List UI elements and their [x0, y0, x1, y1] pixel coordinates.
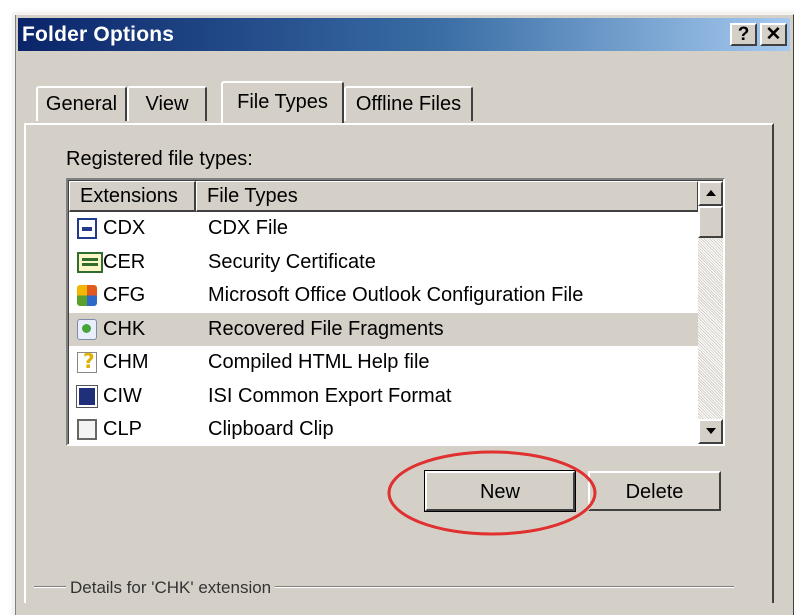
file-type-cell: Recovered File Fragments [208, 317, 444, 340]
certificate-icon [77, 251, 103, 273]
list-item-clp[interactable]: CLP Clipboard Clip [69, 413, 699, 444]
tab-view[interactable]: View [127, 86, 207, 121]
help-button[interactable]: ? [730, 23, 757, 46]
dialog-title: Folder Options [22, 23, 175, 46]
arrow-down-icon [705, 428, 716, 434]
office-config-icon [77, 285, 97, 306]
details-group-label: Details for 'CHK' extension [66, 578, 276, 598]
new-button[interactable]: New [424, 470, 576, 512]
scrollbar-thumb[interactable] [698, 206, 723, 238]
help-file-icon [77, 345, 97, 378]
extension-cell: CHM [103, 351, 149, 373]
column-header-file-types[interactable]: File Types [196, 181, 699, 212]
vertical-scrollbar[interactable] [698, 181, 723, 444]
tab-file-types[interactable]: File Types [221, 81, 344, 123]
list-item-chk[interactable]: CHK Recovered File Fragments [69, 312, 699, 346]
isi-export-icon [76, 384, 98, 408]
arrow-up-icon [705, 190, 716, 196]
file-type-cell: CDX File [208, 217, 289, 239]
scroll-up-button[interactable] [698, 181, 723, 206]
file-type-cell: Clipboard Clip [208, 418, 334, 440]
extension-cell: CIW [103, 384, 142, 407]
cdx-file-icon [77, 218, 97, 239]
file-type-cell: Microsoft Office Outlook Configuration F… [208, 284, 584, 306]
recovered-fragments-icon [77, 318, 97, 340]
file-type-cell: Security Certificate [208, 250, 376, 273]
close-button[interactable]: ✕ [760, 23, 787, 46]
extension-cell: CLP [103, 418, 142, 440]
scroll-down-button[interactable] [698, 419, 723, 444]
delete-button[interactable]: Delete [588, 471, 721, 511]
registered-file-types-label: Registered file types: [66, 148, 253, 170]
file-type-cell: ISI Common Export Format [208, 384, 452, 407]
list-item-cdx[interactable]: CDX CDX File [69, 212, 699, 246]
extension-cell: CER [103, 250, 146, 273]
extension-cell: CHK [103, 317, 146, 340]
extension-cell: CDX [103, 217, 146, 239]
file-type-cell: Compiled HTML Help file [208, 351, 430, 373]
column-header-extensions[interactable]: Extensions [69, 181, 196, 212]
list-item-cfg[interactable]: CFG Microsoft Office Outlook Configurati… [69, 279, 699, 313]
tab-offline-files[interactable]: Offline Files [344, 86, 473, 121]
list-item-chm[interactable]: CHM Compiled HTML Help file [69, 345, 699, 380]
clipboard-icon [77, 419, 97, 440]
extension-cell: CFG [103, 284, 146, 306]
list-item-cer[interactable]: CER Security Certificate [69, 246, 699, 280]
tab-general[interactable]: General [36, 86, 127, 121]
file-types-list[interactable]: Extensions File Types CDX CDX File CER S… [66, 178, 725, 446]
list-item-ciw[interactable]: CIW ISI Common Export Format [69, 380, 699, 414]
title-bar: Folder Options ? ✕ [18, 18, 790, 51]
